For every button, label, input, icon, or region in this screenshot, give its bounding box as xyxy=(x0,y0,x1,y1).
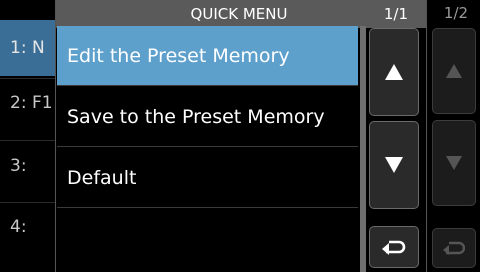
background-back-button xyxy=(432,228,476,268)
quick-menu-page-indicator: 1/1 xyxy=(383,5,408,23)
scroll-up-button[interactable] xyxy=(369,28,419,116)
menu-item-label: Edit the Preset Memory xyxy=(67,44,290,67)
background-list-item: 1: N xyxy=(0,20,58,76)
return-arrow-icon xyxy=(382,240,406,255)
divider xyxy=(0,202,58,203)
background-up-button xyxy=(432,28,476,114)
back-button[interactable] xyxy=(369,226,419,268)
scrollbar[interactable] xyxy=(360,26,366,272)
background-list-item: 3: xyxy=(10,156,27,176)
scroll-down-button[interactable] xyxy=(369,121,419,209)
background-page-indicator: 1/2 xyxy=(443,4,469,22)
up-arrow-icon xyxy=(446,64,462,78)
menu-item-edit-preset-memory[interactable]: Edit the Preset Memory xyxy=(57,26,358,86)
down-arrow-icon xyxy=(385,157,403,173)
background-list-item: 4: xyxy=(10,217,27,237)
menu-item-label: Save to the Preset Memory xyxy=(67,105,325,128)
quick-menu-header: QUICK MENU 1/1 xyxy=(56,0,426,28)
menu-item-empty[interactable] xyxy=(57,209,358,272)
quick-menu-title: QUICK MENU xyxy=(190,5,288,23)
return-arrow-icon xyxy=(443,241,465,255)
quick-menu-window: QUICK MENU 1/1 Edit the Preset Memory Sa… xyxy=(55,0,427,272)
divider xyxy=(0,78,58,79)
menu-item-default[interactable]: Default xyxy=(57,148,358,208)
up-arrow-icon xyxy=(385,64,403,80)
menu-item-label: Default xyxy=(67,166,137,189)
menu-item-save-preset-memory[interactable]: Save to the Preset Memory xyxy=(57,87,358,147)
down-arrow-icon xyxy=(446,156,462,170)
background-list-item: 2: F1 xyxy=(10,93,53,113)
scrollbar-thumb[interactable] xyxy=(360,26,366,272)
background-down-button xyxy=(432,120,476,206)
divider xyxy=(0,140,58,141)
